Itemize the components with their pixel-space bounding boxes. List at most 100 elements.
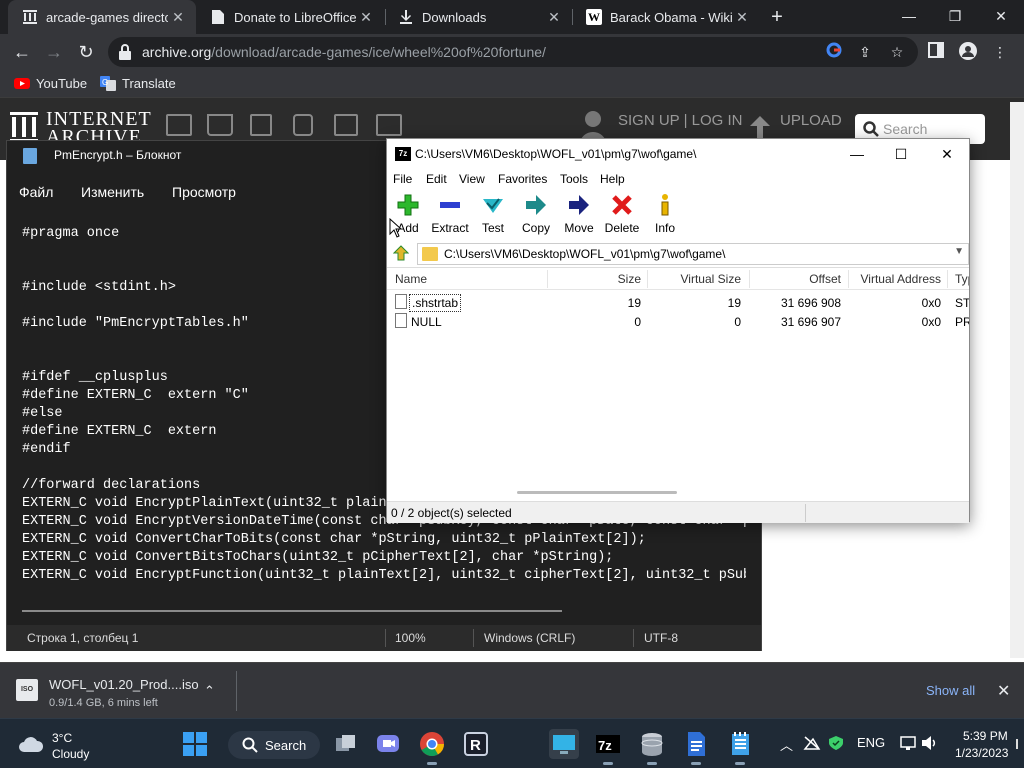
bookmark-youtube[interactable]: YouTube (14, 75, 87, 91)
download-bar: ISO WOFL_v01.20_Prod....iso 0.9/1.4 GB, … (0, 662, 1024, 718)
minimize-button[interactable]: — (842, 143, 872, 165)
sevenzip-titlebar[interactable]: 7z C:\Users\VM6\Desktop\WOFL_v01\pm\g7\w… (387, 139, 969, 169)
network-off-icon[interactable] (803, 735, 821, 751)
youtube-icon (14, 78, 30, 89)
close-icon[interactable]: ✕ (356, 9, 376, 26)
taskbar-search[interactable]: Search (228, 731, 320, 759)
database-app-button[interactable] (637, 729, 667, 765)
status-divider (473, 629, 474, 647)
column-virtual-size[interactable]: Virtual Size (681, 272, 741, 286)
column-divider (947, 270, 948, 288)
volume-icon[interactable] (921, 735, 939, 751)
clock-time[interactable]: 5:39 PM (963, 729, 1008, 743)
chevron-up-icon[interactable]: ︿ (780, 735, 793, 754)
task-view-button[interactable] (331, 729, 361, 759)
menu-view[interactable]: View (459, 172, 485, 186)
maximize-button[interactable]: ☐ (886, 143, 916, 165)
start-button[interactable] (180, 729, 210, 759)
notepad-statusbar: Строка 1, столбец 1 100% Windows (CRLF) … (7, 625, 761, 651)
document-app-button[interactable] (681, 729, 711, 765)
back-button[interactable]: ← (10, 40, 34, 64)
path-field[interactable]: C:\Users\VM6\Desktop\WOFL_v01\pm\g7\wof\… (417, 243, 969, 265)
texts-icon[interactable] (207, 114, 233, 136)
chrome-app-button[interactable] (417, 729, 447, 765)
file-virtual-size: 0 (734, 315, 741, 329)
minimize-button[interactable]: — (886, 0, 932, 32)
web-icon[interactable] (166, 114, 192, 136)
tab-arcade-games[interactable]: arcade-games director ✕ (8, 0, 196, 34)
close-icon[interactable]: ✕ (732, 9, 752, 26)
menu-file[interactable]: Файл (19, 184, 53, 200)
show-desktop-button[interactable] (1016, 739, 1018, 749)
info-icon (661, 194, 669, 216)
close-window-button[interactable]: ✕ (978, 0, 1024, 32)
restore-button[interactable]: ❐ (932, 0, 978, 32)
menu-view[interactable]: Просмотр (172, 184, 236, 200)
column-offset[interactable]: Offset (809, 272, 841, 286)
forward-button[interactable]: → (42, 40, 66, 64)
close-icon[interactable]: ✕ (997, 681, 1010, 701)
weather-condition: Cloudy (52, 747, 90, 761)
menu-help[interactable]: Help (600, 172, 625, 186)
menu-favorites[interactable]: Favorites (498, 172, 547, 186)
info-button[interactable]: Info (640, 193, 690, 237)
reload-button[interactable]: ↻ (74, 40, 98, 64)
menu-file[interactable]: File (393, 172, 412, 186)
chevron-down-icon[interactable]: ▼ (954, 246, 964, 257)
images-icon[interactable] (376, 114, 402, 136)
google-translate-icon: G (100, 76, 116, 91)
bookmark-translate[interactable]: G Translate (100, 75, 176, 91)
page-scrollbar[interactable] (1010, 102, 1024, 658)
upload-icon[interactable] (750, 116, 770, 138)
column-divider (749, 270, 750, 288)
display-icon[interactable] (900, 735, 916, 751)
folder-up-icon[interactable] (393, 245, 409, 261)
r-app-button[interactable]: R (461, 729, 491, 759)
column-name[interactable]: Name (395, 272, 427, 286)
minus-icon (440, 202, 460, 208)
browser-toolbar: ← → ↻ archive.org/download/arcade-games/… (0, 34, 1024, 70)
share-icon[interactable]: ⇪ (855, 42, 875, 62)
notepad-app-button[interactable] (725, 729, 755, 765)
tab-donate-libreoffice[interactable]: Donate to LibreOffice | ✕ (196, 0, 384, 34)
side-panel-icon[interactable] (926, 42, 946, 62)
signup-login-link[interactable]: SIGN UP | LOG IN (618, 112, 742, 129)
file-name: .shstrtab (409, 294, 462, 312)
video-icon[interactable] (250, 114, 272, 136)
software-icon[interactable] (334, 114, 358, 136)
google-lens-icon[interactable] (824, 42, 844, 62)
close-window-button[interactable]: ✕ (932, 143, 962, 165)
tab-title: arcade-games director (46, 9, 168, 25)
download-filename: WOFL_v01.20_Prod....iso (49, 677, 199, 692)
monitor-app-button[interactable] (549, 729, 579, 759)
language-indicator[interactable]: ENG (857, 735, 885, 750)
column-virtual-address[interactable]: Virtual Address (861, 272, 942, 286)
chat-app-button[interactable] (373, 729, 403, 759)
clock-date[interactable]: 1/23/2023 (955, 746, 1008, 760)
upload-link[interactable]: UPLOAD (780, 112, 842, 129)
menu-edit[interactable]: Изменить (81, 184, 144, 200)
chevron-up-icon[interactable]: ⌃ (204, 683, 215, 699)
new-tab-button[interactable]: + (766, 6, 788, 28)
address-bar[interactable]: archive.org/download/arcade-games/ice/wh… (108, 37, 918, 67)
menu-edit[interactable]: Edit (426, 172, 447, 186)
column-size[interactable]: Size (618, 272, 641, 286)
url-host: archive.org (142, 44, 212, 60)
menu-tools[interactable]: Tools (560, 172, 588, 186)
close-icon[interactable]: ✕ (168, 9, 188, 26)
tab-wikipedia[interactable]: W Barack Obama - Wikipe ✕ (572, 0, 760, 34)
horizontal-scrollbar[interactable] (517, 491, 677, 494)
bookmark-star-icon[interactable]: ☆ (887, 42, 907, 62)
close-icon[interactable]: ✕ (544, 9, 564, 26)
tab-downloads[interactable]: Downloads ✕ (384, 0, 572, 34)
table-row[interactable]: NULL 0 0 31 696 907 0x0 PR (387, 311, 969, 330)
profile-icon[interactable] (958, 42, 978, 62)
audio-icon[interactable] (293, 114, 313, 136)
horizontal-scrollbar[interactable] (22, 610, 562, 612)
menu-kebab-icon[interactable]: ⋮ (990, 42, 1010, 62)
sevenzip-app-button[interactable]: 7z (593, 729, 623, 765)
column-type[interactable]: Typ (955, 272, 969, 286)
security-shield-icon[interactable] (828, 735, 844, 751)
show-all-button[interactable]: Show all (926, 683, 975, 698)
table-row[interactable]: .shstrtab 19 19 31 696 908 0x0 STI (387, 292, 969, 312)
